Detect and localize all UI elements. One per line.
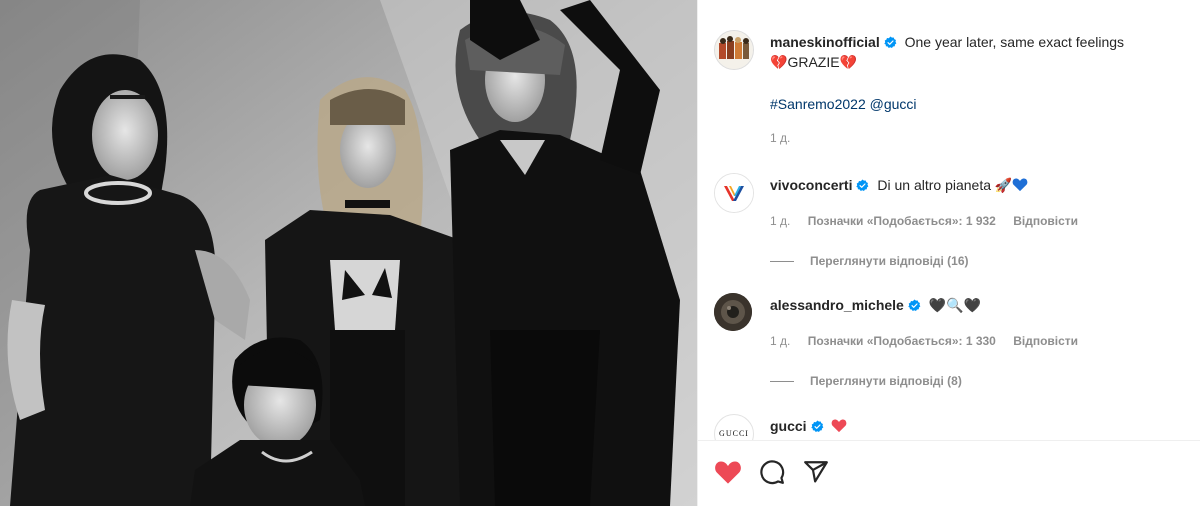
share-icon [804,461,828,483]
share-button[interactable] [802,458,830,486]
comment-time[interactable]: 1 д. [770,334,790,348]
verified-badge-icon [856,178,869,196]
comment-username[interactable]: vivoconcerti [770,177,852,193]
comment-body: alessandro_michele 🖤🔍🖤 [770,296,1180,316]
view-replies-button[interactable]: Переглянути відповіді (8) [770,374,962,388]
verified-badge-icon [908,298,921,316]
author-username[interactable]: maneskinofficial [770,34,880,50]
red-heart-icon [831,418,847,437]
post-action-bar [698,440,1200,507]
comment-avatar[interactable] [714,293,752,331]
hashtag-link[interactable]: #Sanremo2022 [770,96,866,112]
rocket-icon: 🚀 [994,177,1013,193]
broken-heart-emoji: 💔 [839,54,857,70]
post-caption: maneskinofficial One year later, same ex… [770,33,1180,71]
like-button[interactable] [714,458,742,486]
comment-avatar[interactable]: GUCCI [714,414,754,440]
caption-grazie: GRAZIE [787,54,840,70]
view-replies-label: Переглянути відповіді (8) [810,374,962,388]
instagram-post: maneskinofficial One year later, same ex… [0,0,1200,506]
comment-username[interactable]: alessandro_michele [770,297,904,313]
comment-username[interactable]: gucci [770,418,807,434]
alessandro-michele-avatar-image [714,293,752,331]
vivoconcerti-logo-icon [715,174,753,212]
caption-tags: #Sanremo2022 @gucci [770,95,917,113]
comment-text: Di un altro pianeta [877,177,992,193]
comment-likes[interactable]: Позначки «Подобається»: 1 330 [808,334,996,348]
comments-panel: maneskinofficial One year later, same ex… [698,0,1200,506]
replies-line [770,381,794,383]
verified-badge-icon [884,35,897,53]
author-avatar-image [715,31,753,69]
reply-button[interactable]: Відповісти [1013,334,1078,348]
reply-button[interactable]: Відповісти [1013,214,1078,228]
comment-likes[interactable]: Позначки «Подобається»: 1 932 [808,214,996,228]
view-replies-label: Переглянути відповіді (16) [810,254,969,268]
comment-body: vivoconcerti Di un altro pianeta 🚀 [770,176,1180,196]
caption-meta: 1 д. [770,131,804,145]
comments-scroll-area[interactable]: maneskinofficial One year later, same ex… [698,0,1200,440]
author-avatar[interactable] [714,30,754,70]
caption-time[interactable]: 1 д. [770,131,790,145]
caption-line-1: One year later, same exact feelings [904,34,1125,50]
view-replies-button[interactable]: Переглянути відповіді (16) [770,254,969,268]
gucci-logo-text: GUCCI [719,429,749,438]
band-photo-illustration [0,0,697,506]
comment-button[interactable] [758,458,786,486]
heart-icon [715,461,741,484]
comment-avatar[interactable] [714,173,754,213]
mention-link[interactable]: @gucci [870,96,917,112]
comment-meta: 1 д. Позначки «Подобається»: 1 932 Відпо… [770,214,1092,228]
verified-badge-icon [810,419,824,437]
blue-heart-icon [1012,177,1028,196]
broken-heart-emoji: 💔 [770,54,788,70]
comment-icon [760,460,785,485]
comment-meta: 1 д. Позначки «Подобається»: 1 330 Відпо… [770,334,1092,348]
replies-line [770,261,794,263]
post-photo[interactable] [0,0,697,506]
comment-body: gucci [770,417,1180,437]
comment-emoji: 🖤🔍🖤 [928,297,982,313]
comment-time[interactable]: 1 д. [770,214,790,228]
